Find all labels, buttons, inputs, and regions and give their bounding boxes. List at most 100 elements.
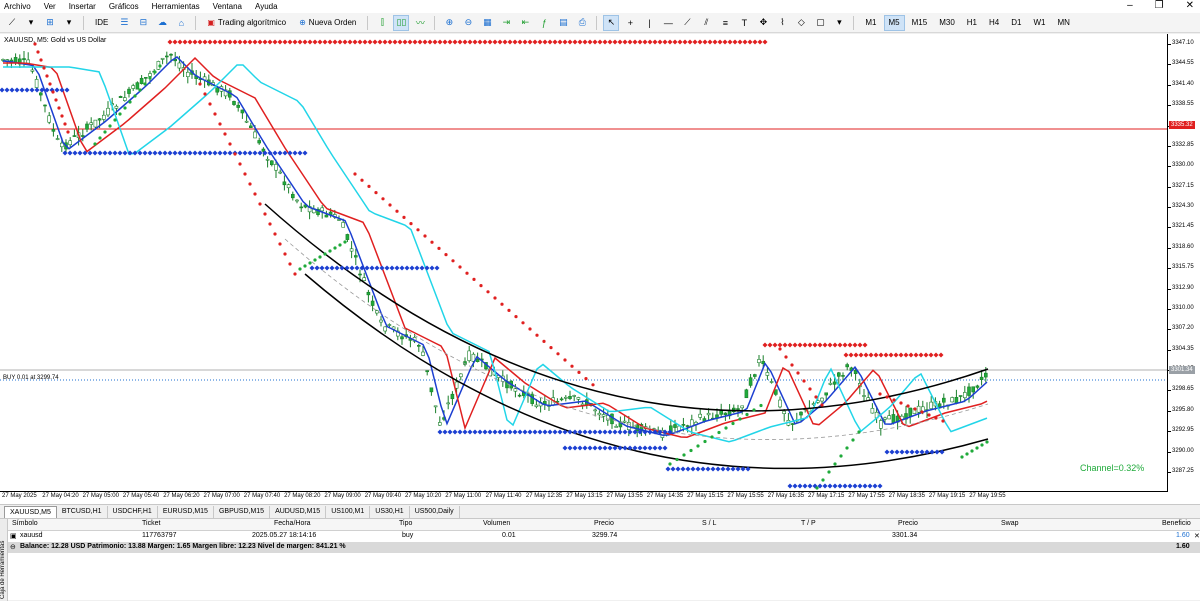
- market-watch-icon[interactable]: ☰: [116, 15, 132, 31]
- symbol-tab[interactable]: BTCUSD,H1: [57, 506, 108, 518]
- indicators-icon[interactable]: ƒ: [536, 15, 552, 31]
- crosshair-icon[interactable]: +: [622, 15, 638, 31]
- autoscroll-icon[interactable]: ⇥: [498, 15, 514, 31]
- cursor-icon[interactable]: ↖: [603, 14, 620, 31]
- toolbox-sidebar[interactable]: Caja de Herramientas: [0, 519, 8, 601]
- ide-button[interactable]: IDE: [90, 15, 113, 31]
- col-price[interactable]: Precio: [594, 520, 614, 527]
- timeframe-d1[interactable]: D1: [1006, 15, 1026, 31]
- chart-shift-icon[interactable]: ⇤: [517, 15, 533, 31]
- restore-icon[interactable]: ❐: [1155, 0, 1164, 11]
- price-tick: [1168, 410, 1171, 412]
- close-position-icon[interactable]: ✕: [1194, 532, 1200, 540]
- timeframe-m30[interactable]: M30: [934, 15, 960, 31]
- current-price-tag: 3301.34: [1169, 366, 1195, 374]
- position-icon: ▣: [10, 533, 17, 540]
- chart-type-icon[interactable]: ⟋: [4, 15, 20, 31]
- trendline-icon[interactable]: ⟋: [679, 15, 695, 31]
- new-order-icon: ⊕: [299, 18, 306, 27]
- price-label: 3290.00: [1172, 447, 1194, 454]
- col-type[interactable]: Tipo: [399, 520, 412, 527]
- menu-ventana[interactable]: Ventana: [213, 2, 242, 11]
- line-chart-icon[interactable]: 〰: [412, 15, 428, 31]
- symbol-tab[interactable]: GBPUSD,M15: [214, 506, 271, 518]
- chart-title: XAUUSD, M5: Gold vs US Dollar: [4, 37, 107, 44]
- time-label: 27 May 17:55: [848, 493, 885, 499]
- chart-window[interactable]: XAUUSD, M5: Gold vs US Dollar BUY 0.01 a…: [0, 34, 1200, 504]
- symbol-tab[interactable]: AUDUSD,M15: [270, 506, 327, 518]
- menu-ayuda[interactable]: Ayuda: [255, 2, 278, 11]
- buy-position-label[interactable]: BUY 0.01 at 3299.74: [3, 375, 59, 381]
- screenshot-icon[interactable]: ⎙: [574, 15, 590, 31]
- symbol-tab[interactable]: US500,Daily: [410, 506, 460, 518]
- fibonacci-icon[interactable]: ≡: [717, 15, 733, 31]
- timeframe-h4[interactable]: H4: [984, 15, 1004, 31]
- minimize-icon[interactable]: –: [1127, 0, 1133, 11]
- col-swap[interactable]: Swap: [1001, 520, 1019, 527]
- col-sl[interactable]: S / L: [702, 520, 716, 527]
- timeframe-h1[interactable]: H1: [962, 15, 982, 31]
- templates-icon[interactable]: ▤: [555, 15, 571, 31]
- toolbox-panel: Caja de Herramientas Símbolo Ticket Fech…: [0, 518, 1200, 601]
- new-chart-icon[interactable]: ⊞: [42, 15, 58, 31]
- price-axis[interactable]: 3347.103344.553341.403338.553335.303332.…: [1168, 34, 1200, 492]
- price-tick: [1168, 349, 1171, 351]
- elliott-icon[interactable]: ⌇: [774, 15, 790, 31]
- price-label: 3330.00: [1172, 162, 1194, 169]
- timeframe-w1[interactable]: W1: [1028, 15, 1050, 31]
- bars-icon[interactable]: ▯▯: [393, 14, 410, 31]
- col-tp[interactable]: T / P: [801, 520, 816, 527]
- profiles-icon[interactable]: ▾: [61, 15, 77, 31]
- vertical-line-icon[interactable]: |: [641, 15, 657, 31]
- dropdown-icon[interactable]: ▾: [23, 15, 39, 31]
- menu-insertar[interactable]: Insertar: [69, 2, 96, 11]
- col-datetime[interactable]: Fecha/Hora: [274, 520, 311, 527]
- zoom-out-icon[interactable]: ⊖: [460, 15, 476, 31]
- algo-trading-button[interactable]: ▣ Trading algorítmico: [202, 15, 291, 31]
- symbol-tab[interactable]: EURUSD,M15: [158, 506, 214, 518]
- cloud-icon[interactable]: ☁: [154, 15, 170, 31]
- objects-icon[interactable]: ◇: [793, 15, 809, 31]
- timeframe-m1[interactable]: M1: [860, 15, 881, 31]
- close-icon[interactable]: ✕: [1186, 0, 1194, 11]
- candles-icon[interactable]: ⫿: [374, 15, 390, 31]
- col-symbol[interactable]: Símbolo: [12, 520, 38, 527]
- symbol-tab[interactable]: XAUUSD,M5: [4, 506, 57, 518]
- channel-icon[interactable]: ⫽: [698, 15, 714, 31]
- price-label: 3295.80: [1172, 406, 1194, 413]
- navigator-icon[interactable]: ⊟: [135, 15, 151, 31]
- time-label: 27 May 04:20: [42, 493, 79, 499]
- symbol-tab[interactable]: US30,H1: [370, 506, 410, 518]
- timeframe-m5[interactable]: M5: [883, 14, 905, 31]
- timeframe-mn[interactable]: MN: [1052, 15, 1074, 31]
- col-profit[interactable]: Beneficio: [1162, 520, 1191, 527]
- new-order-button[interactable]: ⊕ Nueva Orden: [294, 15, 361, 31]
- menu-bar: Archivo Ver Insertar Gráficos Herramient…: [0, 0, 1200, 13]
- text-tool-icon[interactable]: T: [736, 15, 752, 31]
- menu-archivo[interactable]: Archivo: [4, 2, 31, 11]
- time-label: 27 May 07:00: [203, 493, 240, 499]
- price-tick: [1168, 166, 1171, 168]
- symbol-tab[interactable]: US100,M1: [326, 506, 371, 518]
- rectangle-icon[interactable]: ▢: [812, 15, 828, 31]
- col-current-price[interactable]: Precio: [898, 520, 918, 527]
- symbol-tab[interactable]: USDCHF,H1: [108, 506, 158, 518]
- channel-label: Channel=0.32%: [1080, 463, 1145, 473]
- shapes-icon[interactable]: ✥: [755, 15, 771, 31]
- menu-ver[interactable]: Ver: [44, 2, 56, 11]
- price-label: 3312.90: [1172, 284, 1194, 291]
- horizontal-line-icon[interactable]: —: [660, 15, 676, 31]
- table-row[interactable]: ▣ xauusd 117763797 2025.05.27 18:14:16 b…: [8, 531, 1200, 542]
- price-label: 3338.55: [1172, 101, 1194, 108]
- zoom-in-icon[interactable]: ⊕: [441, 15, 457, 31]
- menu-herramientas[interactable]: Herramientas: [152, 2, 200, 11]
- time-label: 27 May 17:15: [808, 493, 845, 499]
- strategy-tester-icon[interactable]: ⌂: [173, 15, 189, 31]
- timeframe-m15[interactable]: M15: [907, 15, 933, 31]
- time-axis[interactable]: 27 May 2025 27 May 04:20 27 May 05:00 27 Ma…: [0, 492, 1168, 504]
- tile-windows-icon[interactable]: ▦: [479, 15, 495, 31]
- menu-graficos[interactable]: Gráficos: [109, 2, 139, 11]
- col-ticket[interactable]: Ticket: [142, 520, 160, 527]
- arrow-icon[interactable]: ▾: [831, 15, 847, 31]
- col-volume[interactable]: Volumen: [483, 520, 510, 527]
